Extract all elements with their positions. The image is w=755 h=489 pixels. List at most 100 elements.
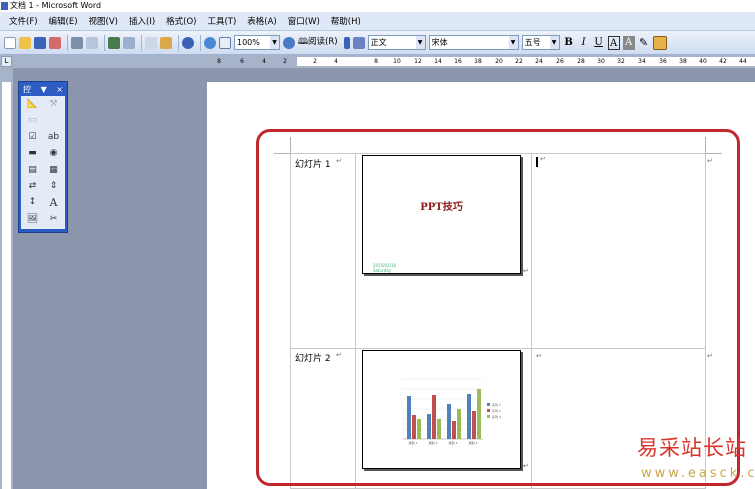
ruler-tick-label: 22 [515,58,523,65]
view-code-icon[interactable]: ▭ [23,114,42,126]
underline-button[interactable]: U [593,36,605,50]
ruler-tick-label: 4 [262,58,266,65]
empty-slot [44,114,63,126]
ruler-tick-label: 42 [719,58,727,65]
chevron-down-icon: ▼ [508,36,518,49]
spin-button-icon[interactable]: ⇕ [44,180,63,192]
more-controls-icon[interactable]: ✂ [44,213,63,225]
watermark-chinese: 易采站长站 [637,436,747,460]
undo-icon[interactable] [182,36,194,49]
toolbar-separator [178,34,179,51]
properties-icon[interactable]: ⚒ [44,98,63,110]
horizontal-ruler-bar: L 8 6 4 2 2 4 8 10 12 14 16 18 20 22 24 26 28 30 32 34 36 38 4… [0,55,755,68]
toolbar-separator [141,34,142,51]
character-shading-button[interactable]: A [622,35,635,50]
styles-formatting-icon[interactable] [352,36,365,49]
textbox-icon[interactable]: ab [44,131,63,143]
bold-button[interactable]: B [563,36,575,50]
ruler-tick-label: 8 [374,58,378,65]
horizontal-ruler[interactable]: 8 6 4 2 2 4 8 10 12 14 16 18 20 22 24 26 28 30 32 34 36 38 40 4… [207,57,755,66]
ruler-tick-label: 12 [414,58,422,65]
hyperlink-icon[interactable] [204,36,216,49]
option-button-icon[interactable]: ◉ [44,147,63,159]
word-app-icon [1,2,8,10]
title-bar: 文档 1 - Microsoft Word [0,0,755,12]
outside-border-icon[interactable] [652,35,667,50]
toolbar-separator [104,34,105,51]
tab-selector[interactable]: L [1,56,12,67]
toolbar-grip-icon[interactable] [343,36,350,49]
copy-icon[interactable] [145,36,157,49]
font-value: 宋体 [431,38,448,47]
toolbar-separator [200,34,201,51]
image-icon[interactable]: 🖼 [23,213,42,225]
control-toolbox[interactable]: 控 ▼ × 📐 ⚒ ▭ ☑ ab ▬ ◉ ▤ ▦ ⇄ ⇕ ↕ A 🖼 ✂ [18,81,68,233]
italic-button[interactable]: I [578,36,590,50]
zoom-select[interactable]: 100% ▼ [234,35,280,50]
highlight-icon[interactable]: ✎ [638,36,650,50]
menu-tools[interactable]: 工具(T) [207,15,236,27]
save-icon[interactable] [34,36,46,49]
ruler-tick-label: 10 [393,58,401,65]
control-toolbox-body: 📐 ⚒ ▭ ☑ ab ▬ ◉ ▤ ▦ ⇄ ⇕ ↕ A 🖼 ✂ [21,96,65,229]
ruler-tick-label: 32 [617,58,625,65]
standard-toolbar: 100% ▼ 🕮阅读(R) 正文 ▼ 宋体 ▼ 五号 ▼ B I U A A ✎ [0,31,755,55]
ruler-tick-label: 34 [638,58,646,65]
ruler-tick-label: 44 [739,58,747,65]
table-icon[interactable] [219,36,231,49]
open-folder-icon[interactable] [19,36,31,49]
permission-icon[interactable] [49,36,61,49]
ruler-tick-label: 36 [659,58,667,65]
vertical-ruler[interactable] [0,68,13,489]
new-document-icon[interactable] [4,36,16,49]
ruler-tick-label: 2 [283,58,287,65]
help-icon[interactable] [283,36,295,49]
read-mode-button[interactable]: 🕮阅读(R) [298,35,338,50]
chevron-down-icon: ▼ [549,36,559,49]
font-size-select[interactable]: 五号 ▼ [521,35,560,50]
checkbox-icon[interactable]: ☑ [23,131,42,143]
ruler-tick-label: 18 [474,58,482,65]
ruler-tick-label: 24 [535,58,543,65]
ruler-tick-label: 30 [597,58,605,65]
menu-file[interactable]: 文件(F) [9,15,38,27]
command-button-icon[interactable]: ▬ [23,147,42,159]
spelling-icon[interactable] [108,36,120,49]
menu-insert[interactable]: 插入(I) [129,15,155,27]
listbox-icon[interactable]: ▤ [23,164,42,176]
menu-format[interactable]: 格式(O) [166,15,196,27]
print-icon[interactable] [71,36,83,49]
ruler-tick-label: 14 [434,58,442,65]
scrollbar-icon[interactable]: ↕ [23,196,42,208]
menu-view[interactable]: 视图(V) [89,15,118,27]
style-value: 正文 [370,38,387,47]
print-preview-icon[interactable] [86,36,98,49]
control-toolbox-titlebar[interactable]: 控 ▼ × [21,84,65,96]
chevron-down-icon[interactable]: ▼ [41,84,47,96]
ruler-tick-label: 38 [679,58,687,65]
font-select[interactable]: 宋体 ▼ [428,35,519,50]
vertical-ruler-track [2,82,11,489]
chevron-down-icon: ▼ [415,36,425,49]
chevron-down-icon: ▼ [270,36,279,49]
menu-table[interactable]: 表格(A) [247,15,276,27]
paste-icon[interactable] [160,36,172,49]
watermark-url: www.easck.com [641,466,755,481]
ruler-tick-label: 20 [495,58,503,65]
design-mode-icon[interactable]: 📐 [23,98,42,110]
ruler-tick-label: 6 [240,58,244,65]
menu-edit[interactable]: 编辑(E) [49,15,78,27]
control-toolbox-title: 控 [23,85,31,94]
research-icon[interactable] [123,36,135,49]
character-border-button[interactable]: A [607,35,620,50]
style-select[interactable]: 正文 ▼ [367,35,426,50]
menu-help[interactable]: 帮助(H) [331,15,361,27]
label-icon[interactable]: A [44,196,63,209]
combobox-icon[interactable]: ▦ [44,164,63,176]
toggle-button-icon[interactable]: ⇄ [23,180,42,192]
ruler-tick-label: 8 [217,58,221,65]
zoom-value: 100% [237,38,260,47]
menu-window[interactable]: 窗口(W) [288,15,320,27]
ruler-tick-label: 4 [334,58,338,65]
close-icon[interactable]: × [56,84,63,96]
